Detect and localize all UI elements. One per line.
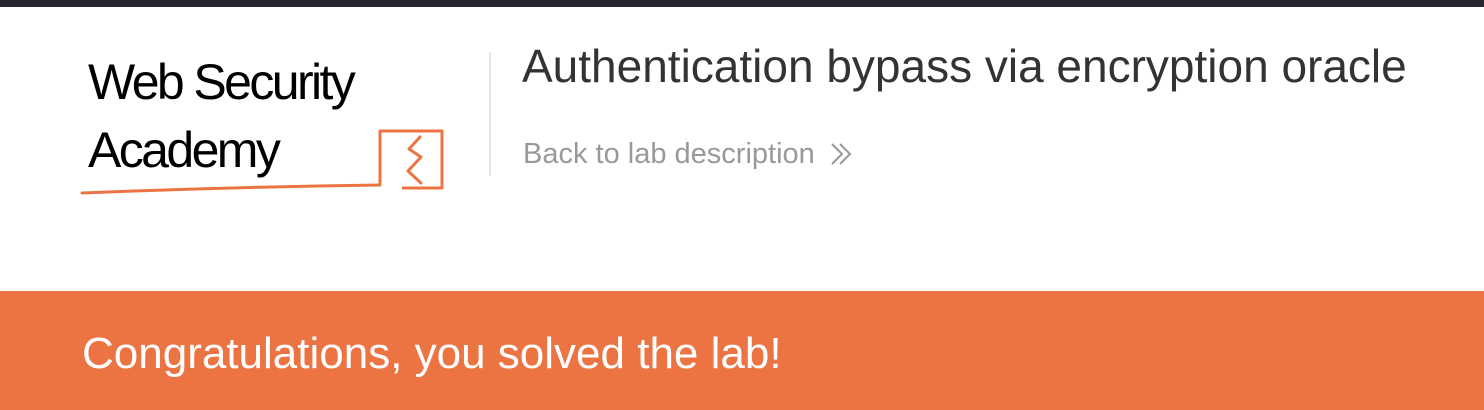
header-divider [489, 52, 491, 176]
logo-flask-icon [80, 129, 444, 195]
lab-title: Authentication bypass via encryption ora… [522, 40, 1407, 92]
web-security-academy-logo[interactable]: Web Security Academy [80, 45, 480, 195]
lab-header: Web Security Academy Authentication bypa… [0, 7, 1484, 291]
top-dark-strip [0, 0, 1484, 7]
back-link-label: Back to lab description [523, 138, 815, 170]
double-chevron-right-icon [831, 143, 852, 165]
lab-solved-notification: Congratulations, you solved the lab! [0, 291, 1484, 410]
notification-message: Congratulations, you solved the lab! [82, 329, 782, 378]
back-to-lab-description-link[interactable]: Back to lab description [523, 137, 855, 171]
